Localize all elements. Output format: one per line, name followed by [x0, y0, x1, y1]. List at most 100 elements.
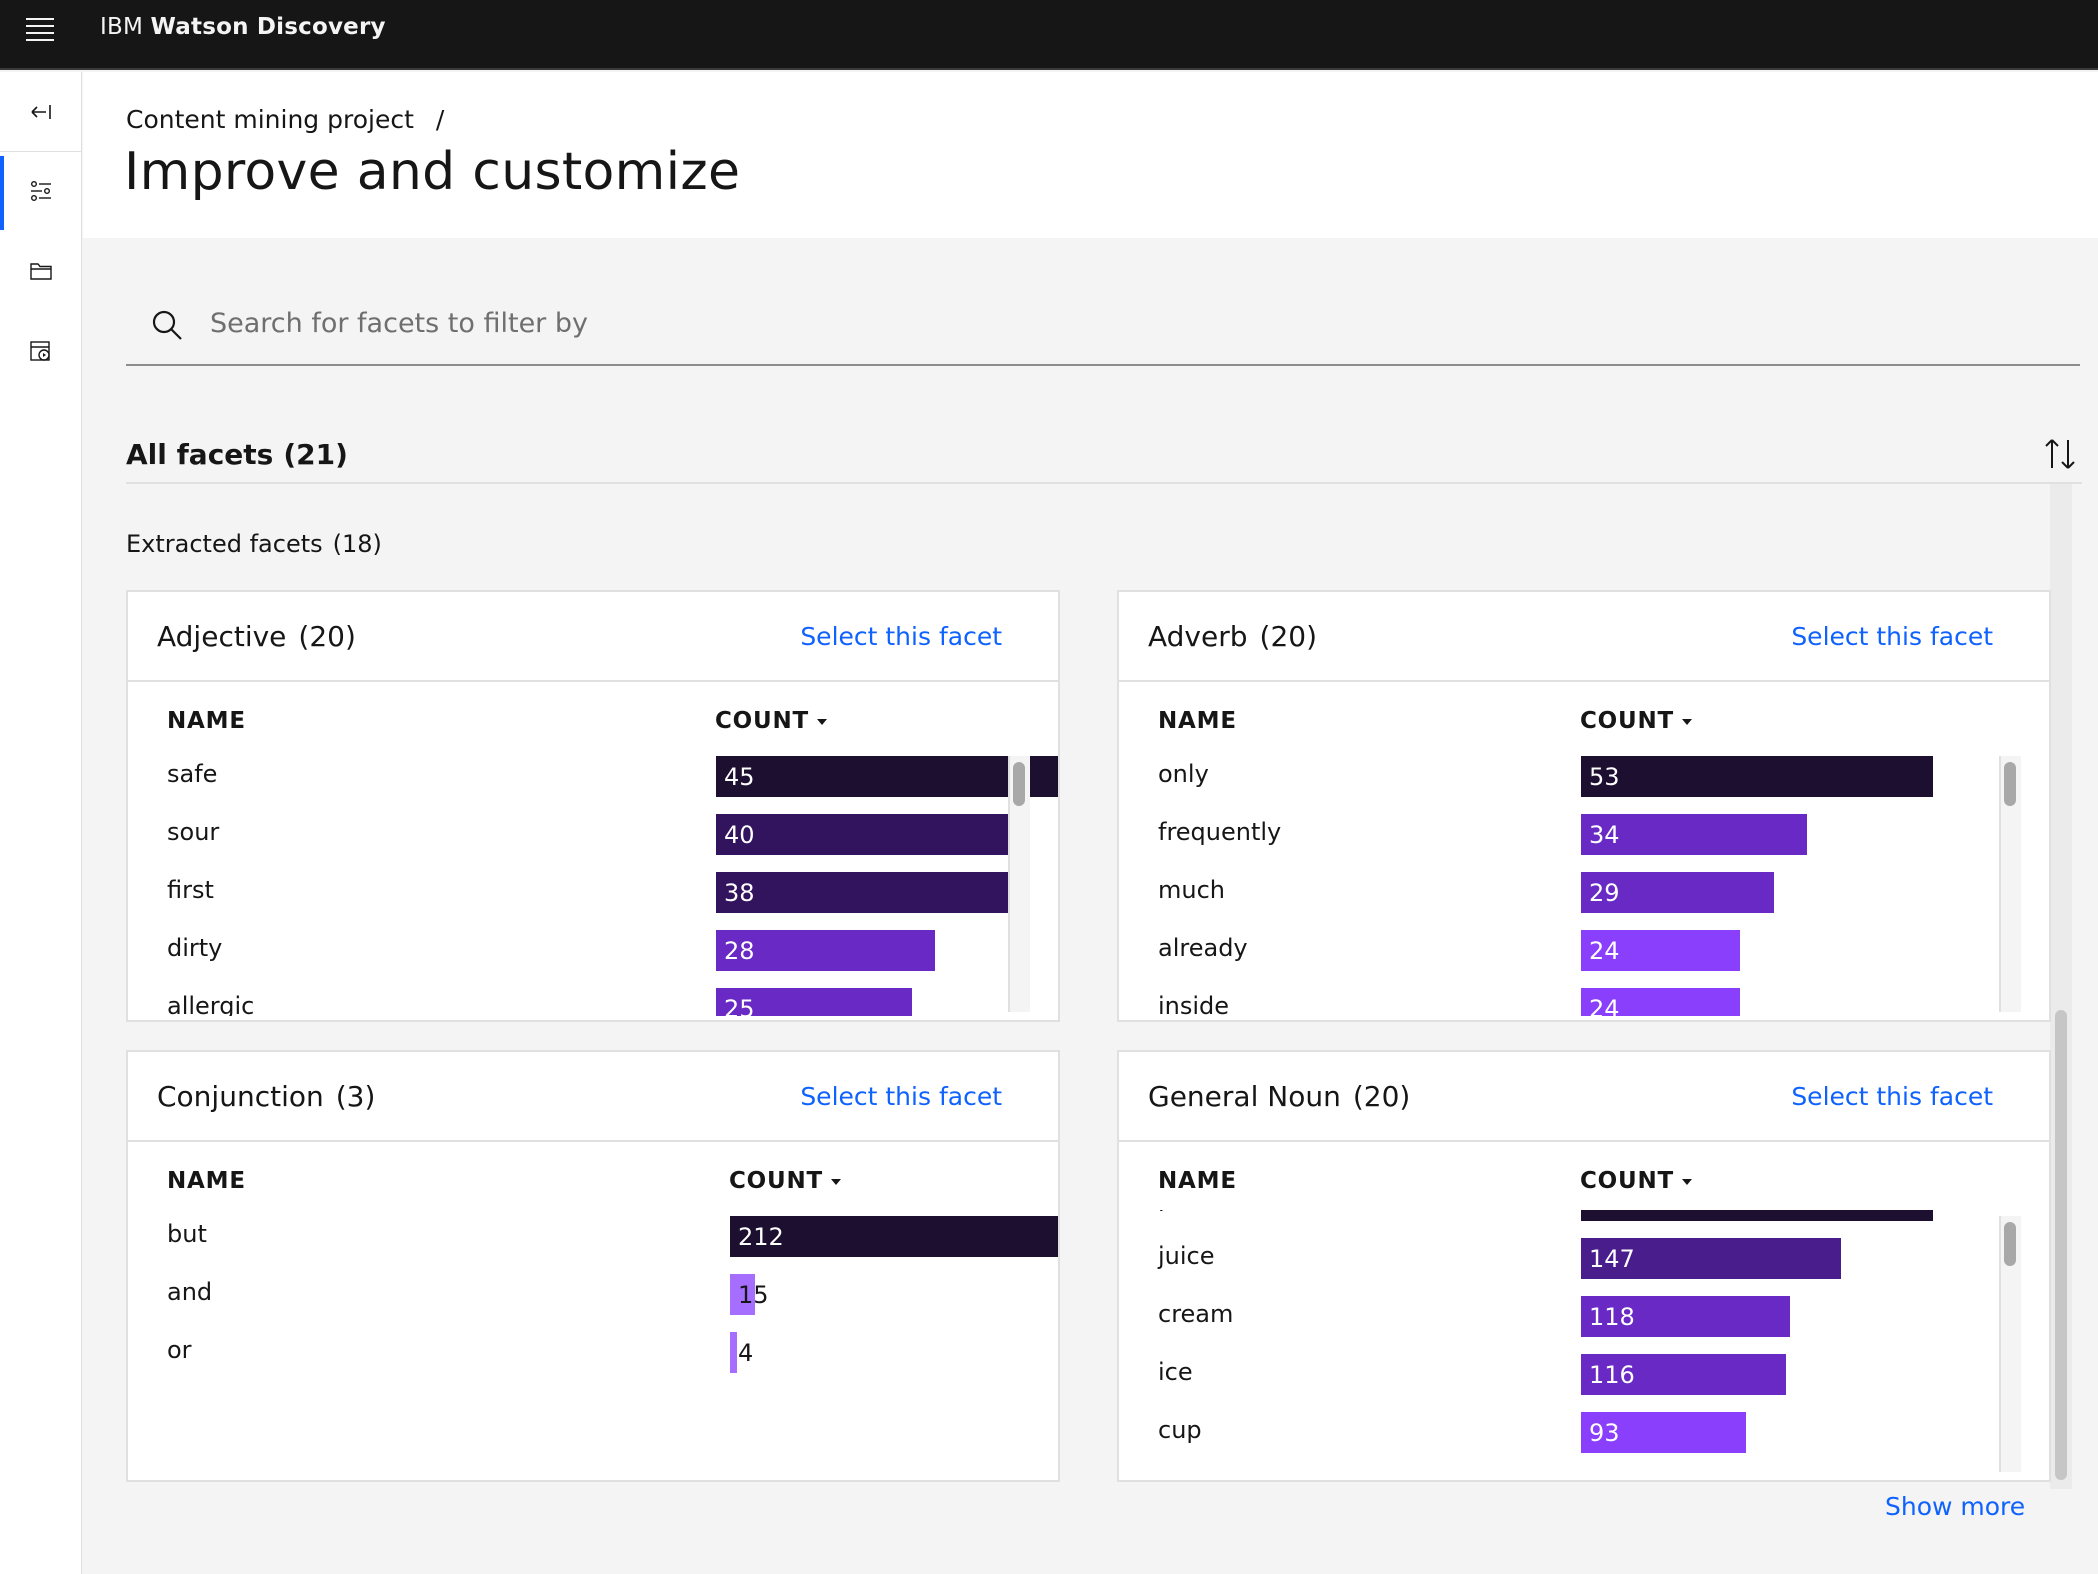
column-header-name: NAME: [1158, 708, 1237, 734]
facet-title-count: (20): [298, 620, 356, 653]
page-header: Content mining project / Improve and cus…: [83, 72, 2098, 238]
facet-row[interactable]: cream 118: [1119, 1290, 2049, 1348]
side-navigation: [0, 72, 82, 1574]
row-name: first: [167, 876, 214, 904]
facet-card-header: Adjective (20) Select this facet: [128, 592, 1058, 682]
row-name: ice: [1158, 1358, 1193, 1386]
row-name: inside: [1158, 992, 1230, 1016]
row-name: cream: [1158, 1300, 1234, 1328]
row-name: or: [167, 1336, 192, 1364]
column-header-count[interactable]: COUNT: [715, 708, 828, 734]
extracted-facets-count: (18): [332, 530, 382, 558]
facet-title: General Noun (20): [1148, 1080, 1410, 1113]
row-name: cup: [1158, 1416, 1202, 1444]
facet-row[interactable]: juice 147: [1119, 1232, 2049, 1290]
facet-scrollbar-thumb[interactable]: [2004, 762, 2016, 806]
count-bar[interactable]: [1581, 756, 1933, 797]
column-header-count-label: COUNT: [715, 708, 810, 734]
column-header-name: NAME: [167, 1168, 246, 1194]
count-bar[interactable]: [716, 872, 1013, 913]
row-count: 93: [1589, 1419, 1620, 1447]
column-header-count-label: COUNT: [1580, 1168, 1675, 1194]
row-name: pack: [1158, 1210, 1215, 1212]
nav-collections[interactable]: [0, 232, 82, 310]
select-facet-link[interactable]: Select this facet: [800, 1082, 1002, 1111]
count-bar[interactable]: [716, 756, 1058, 797]
column-header-count[interactable]: COUNT: [1580, 708, 1693, 734]
breadcrumb-project-link[interactable]: Content mining project: [126, 105, 414, 134]
nav-data-sources[interactable]: [0, 312, 82, 390]
row-count: 4: [738, 1339, 754, 1367]
row-count: 53: [1589, 763, 1620, 791]
facet-card-header: General Noun (20) Select this facet: [1119, 1052, 2049, 1142]
facet-row[interactable]: first 38: [128, 866, 1058, 924]
select-facet-link[interactable]: Select this facet: [1791, 1082, 1993, 1111]
facet-row[interactable]: dirty 28: [128, 924, 1058, 982]
top-header-bar: IBM Watson Discovery: [0, 0, 2098, 70]
count-bar[interactable]: [716, 814, 1029, 855]
row-count: 118: [1589, 1303, 1635, 1331]
nav-improve-customize[interactable]: [0, 152, 82, 230]
sort-caret-icon: [817, 718, 828, 725]
row-name: safe: [167, 760, 218, 788]
facet-scrollbar-thumb[interactable]: [1013, 762, 1025, 806]
facet-row[interactable]: much 29: [1119, 866, 2049, 924]
breadcrumb-separator: /: [435, 105, 445, 134]
collapse-nav-button[interactable]: [0, 72, 82, 152]
facet-row[interactable]: allergic 25: [128, 982, 1058, 1016]
facet-row[interactable]: and 15: [128, 1268, 1058, 1326]
row-count: 15: [738, 1281, 769, 1309]
facet-row[interactable]: frequently 34: [1119, 808, 2049, 866]
facet-rows: only 53 frequently 34 much 29 already 24…: [1119, 750, 2049, 1016]
facet-card-header: Conjunction (3) Select this facet: [128, 1052, 1058, 1142]
facet-search-input[interactable]: [210, 298, 2010, 348]
page-title: Improve and customize: [124, 142, 741, 202]
facet-row[interactable]: ice 116: [1119, 1348, 2049, 1406]
row-count: 34: [1589, 821, 1620, 849]
facet-rows: pack 199 juice 147 cream 118 ice 116 cup…: [1119, 1210, 2049, 1476]
extracted-facets-label: Extracted facets: [126, 530, 323, 558]
facet-row[interactable]: cup 93: [1119, 1406, 2049, 1464]
column-header-count[interactable]: COUNT: [1580, 1168, 1693, 1194]
facet-title-label: General Noun: [1148, 1080, 1341, 1113]
facet-card-adverb: Adverb (20) Select this facet NAME COUNT …: [1117, 590, 2051, 1022]
app-name[interactable]: IBM Watson Discovery: [100, 14, 386, 40]
collapse-icon: [31, 104, 51, 119]
facet-title: Adverb (20): [1148, 620, 1317, 653]
facet-row[interactable]: but 212: [128, 1210, 1058, 1268]
column-header-count-label: COUNT: [1580, 708, 1675, 734]
facet-row[interactable]: sour 40: [128, 808, 1058, 866]
data-collection-icon: [30, 341, 50, 361]
row-count: 212: [738, 1223, 784, 1251]
row-name: juice: [1158, 1242, 1215, 1270]
row-count: 45: [724, 763, 755, 791]
row-name: only: [1158, 760, 1209, 788]
row-name: sour: [167, 818, 220, 846]
facet-row[interactable]: inside 24: [1119, 982, 2049, 1016]
all-facets-count: (21): [283, 438, 348, 471]
row-count: 199: [1589, 1210, 1635, 1215]
show-more-link[interactable]: Show more: [1885, 1492, 2025, 1521]
menu-icon[interactable]: [22, 13, 58, 43]
facet-title-label: Conjunction: [157, 1080, 324, 1113]
facet-title: Conjunction (3): [157, 1080, 375, 1113]
row-count: 29: [1589, 879, 1620, 907]
page-scrollbar-thumb[interactable]: [2055, 1010, 2067, 1480]
row-name: already: [1158, 934, 1248, 962]
facet-row[interactable]: already 24: [1119, 924, 2049, 982]
facet-row[interactable]: only 53: [1119, 750, 2049, 808]
select-facet-link[interactable]: Select this facet: [1791, 622, 1993, 651]
facet-scrollbar-thumb[interactable]: [2004, 1222, 2016, 1266]
facet-row[interactable]: or 4: [128, 1326, 1058, 1384]
sort-icon[interactable]: [2040, 434, 2080, 474]
facet-row[interactable]: pack 199: [1119, 1210, 2049, 1232]
facet-card-general-noun: General Noun (20) Select this facet NAME …: [1117, 1050, 2051, 1482]
row-count: 24: [1589, 937, 1620, 965]
brand-label: IBM: [100, 14, 144, 40]
count-bar[interactable]: [730, 1332, 737, 1373]
select-facet-link[interactable]: Select this facet: [800, 622, 1002, 651]
sort-caret-icon: [831, 1178, 842, 1185]
facet-title-count: (3): [335, 1080, 376, 1113]
facet-row[interactable]: safe 45: [128, 750, 1058, 808]
column-header-count[interactable]: COUNT: [729, 1168, 842, 1194]
